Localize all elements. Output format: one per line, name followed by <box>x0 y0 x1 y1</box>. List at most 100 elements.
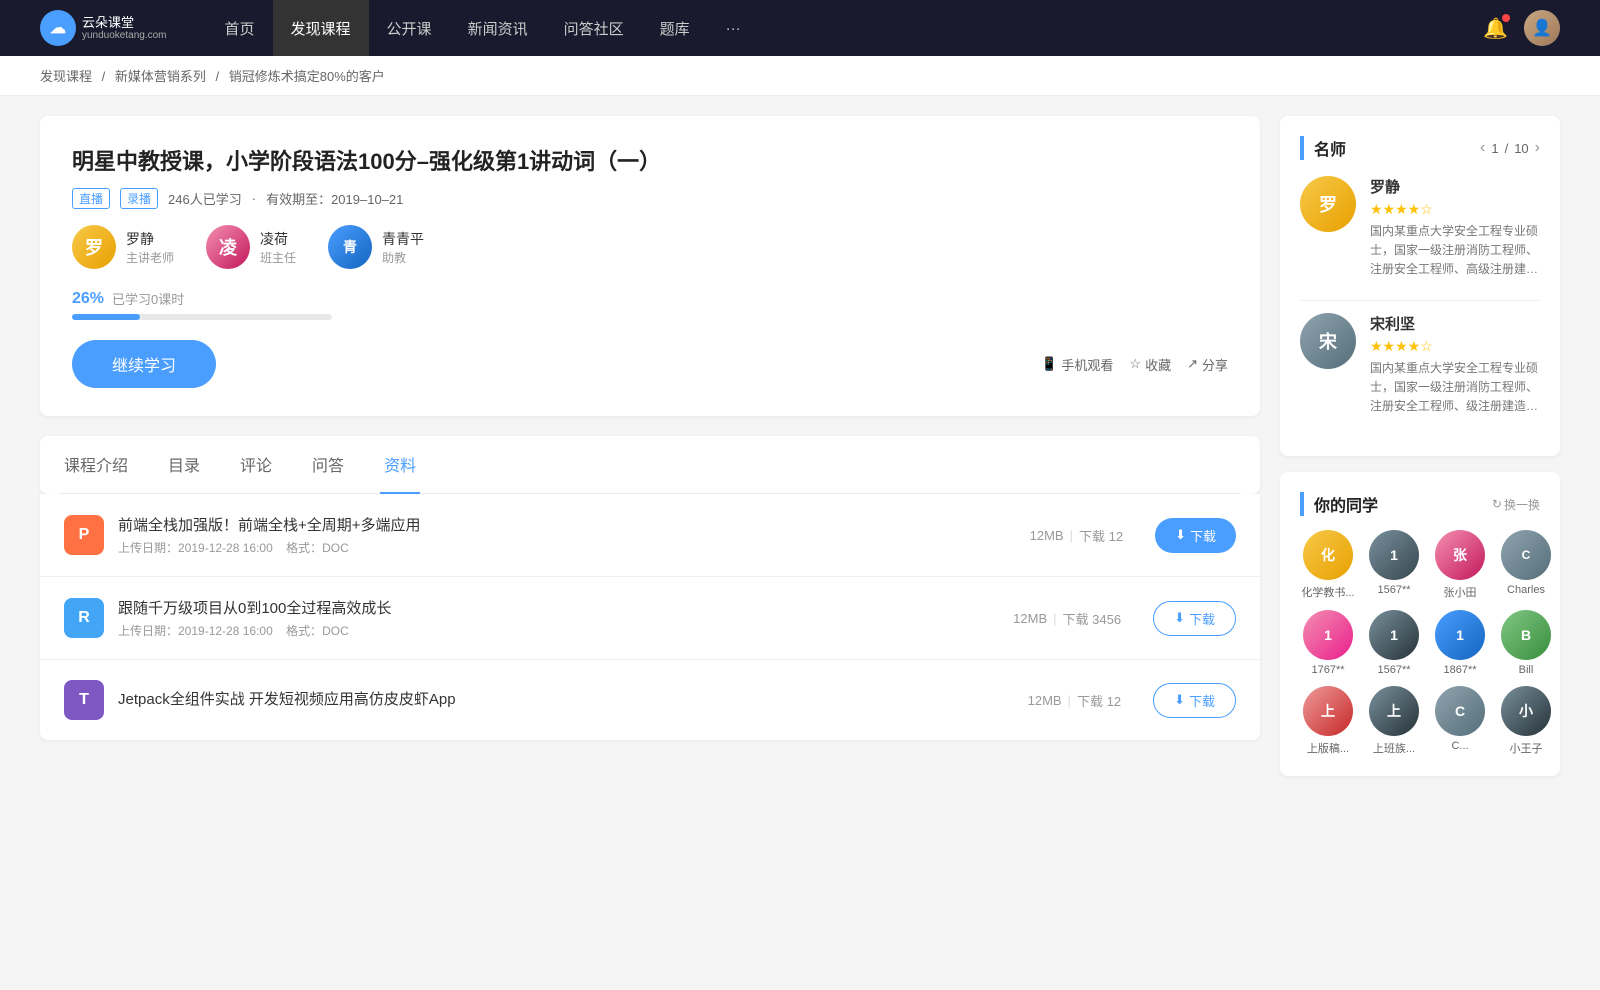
classmate-11-avatar[interactable]: 小 <box>1501 686 1551 736</box>
breadcrumb-link-series[interactable]: 新媒体营销系列 <box>115 69 206 84</box>
files-section: P 前端全栈加强版！前端全栈+全周期+多端应用 上传日期：2019-12-28 … <box>40 494 1260 740</box>
tab-review[interactable]: 评论 <box>236 436 276 494</box>
teacher-2: 青 青青平 助教 <box>328 225 424 269</box>
nav-item-home[interactable]: 首页 <box>207 0 273 56</box>
teacher-card-0-info: 罗静 ★★★★☆ 国内某重点大学安全工程专业硕士，国家一级注册消防工程师、注册安… <box>1370 176 1540 280</box>
classmates-header: 你的同学 ↻ 换一换 <box>1300 492 1540 516</box>
breadcrumb: 发现课程 / 新媒体营销系列 / 销冠修炼术搞定80%的客户 <box>0 56 1600 96</box>
teachers-nav-next[interactable]: › <box>1535 139 1540 157</box>
classmate-9-avatar[interactable]: 上 <box>1369 686 1419 736</box>
file-icon-1: R <box>64 598 104 638</box>
file-icon-2: T <box>64 680 104 720</box>
file-date-1: 上传日期：2019-12-28 16:00 <box>118 624 273 638</box>
teacher-0: 罗 罗静 主讲老师 <box>72 225 174 269</box>
tab-catalog[interactable]: 目录 <box>164 436 204 494</box>
classmate-7: B Bill <box>1498 610 1554 676</box>
nav-item-more[interactable]: ··· <box>708 0 759 56</box>
classmate-10-avatar[interactable]: C <box>1435 686 1485 736</box>
teacher-0-role: 主讲老师 <box>126 249 174 266</box>
breadcrumb-link-discover[interactable]: 发现课程 <box>40 69 92 84</box>
file-icon-0: P <box>64 515 104 555</box>
nav-item-discover[interactable]: 发现课程 <box>273 0 369 56</box>
progress-bar-fill <box>72 314 140 320</box>
tab-resources[interactable]: 资料 <box>380 436 420 494</box>
teachers-panel-header: 名师 ‹ 1 / 10 › <box>1300 136 1540 160</box>
bell-icon[interactable]: 🔔 <box>1483 16 1508 41</box>
file-date-0: 上传日期：2019-12-28 16:00 <box>118 541 273 555</box>
download-button-0[interactable]: ⬇ 下载 <box>1155 518 1236 553</box>
user-avatar[interactable]: 👤 <box>1524 10 1560 46</box>
valid-until: 有效期至：2019–10–21 <box>266 189 403 208</box>
nav-item-qa[interactable]: 问答社区 <box>546 0 642 56</box>
classmate-2-avatar[interactable]: 张 <box>1435 530 1485 580</box>
teacher-card-1: 宋 宋利坚 ★★★★☆ 国内某重点大学安全工程专业硕士，国家一级注册消防工程师、… <box>1300 313 1540 417</box>
teacher-2-name: 青青平 <box>382 229 424 249</box>
nav-item-news[interactable]: 新闻资讯 <box>450 0 546 56</box>
teachers-nav-prev[interactable]: ‹ <box>1480 139 1485 157</box>
classmate-1-avatar[interactable]: 1 <box>1369 530 1419 580</box>
classmates-panel: 你的同学 ↻ 换一换 化 化学教书... 1 1567** <box>1280 472 1560 776</box>
teachers-panel: 名师 ‹ 1 / 10 › 罗 罗静 ★★★★☆ 国内某重点大学安全工程专业硕士… <box>1280 116 1560 456</box>
classmate-0-avatar[interactable]: 化 <box>1303 530 1353 580</box>
classmate-7-name: Bill <box>1498 664 1554 676</box>
teacher-card-1-info: 宋利坚 ★★★★☆ 国内某重点大学安全工程专业硕士，国家一级注册消防工程师、注册… <box>1370 313 1540 417</box>
logo[interactable]: ☁ 云朵课堂 yunduoketang.com <box>40 10 167 46</box>
classmate-11: 小 小王子 <box>1498 686 1554 756</box>
nav-items: 首页 发现课程 公开课 新闻资讯 问答社区 题库 ··· <box>207 0 1484 56</box>
tab-qa[interactable]: 问答 <box>308 436 348 494</box>
action-mobile[interactable]: 📱 手机观看 <box>1041 355 1113 374</box>
classmates-refresh[interactable]: ↻ 换一换 <box>1492 496 1540 513</box>
teacher-divider <box>1300 300 1540 301</box>
teacher-1-role: 班主任 <box>260 249 296 266</box>
classmate-2-name: 张小田 <box>1432 584 1488 600</box>
teacher-card-1-name: 宋利坚 <box>1370 313 1540 334</box>
file-meta-0: 上传日期：2019-12-28 16:00 格式：DOC <box>118 539 998 556</box>
continue-button[interactable]: 继续学习 <box>72 340 216 388</box>
classmate-5-name: 1567** <box>1366 664 1422 676</box>
teacher-1-avatar: 凌 <box>206 225 250 269</box>
breadcrumb-sep-1: / <box>102 69 106 84</box>
file-downloads-1: 下载 3456 <box>1063 609 1122 628</box>
classmate-8: 上 上版稿... <box>1300 686 1356 756</box>
course-meta: 直播 录播 246人已学习 · 有效期至：2019–10–21 <box>72 188 1228 209</box>
classmate-9: 上 上班族... <box>1366 686 1422 756</box>
progress-text: 已学习0课时 <box>112 289 184 308</box>
classmate-4-avatar[interactable]: 1 <box>1303 610 1353 660</box>
teacher-0-name: 罗静 <box>126 229 174 249</box>
share-icon: ↗ <box>1187 356 1198 372</box>
nav-item-open[interactable]: 公开课 <box>369 0 450 56</box>
teacher-card-0-desc: 国内某重点大学安全工程专业硕士，国家一级注册消防工程师、注册安全工程师、高级注册… <box>1370 222 1540 280</box>
classmate-3-avatar[interactable]: C <box>1501 530 1551 580</box>
action-collect[interactable]: ☆ 收藏 <box>1129 355 1171 374</box>
mobile-icon: 📱 <box>1041 356 1057 372</box>
badge-live: 直播 <box>72 188 110 209</box>
classmate-6: 1 1867** <box>1432 610 1488 676</box>
file-downloads-0: 下载 12 <box>1079 526 1123 545</box>
download-button-2[interactable]: ⬇ 下载 <box>1153 683 1236 718</box>
classmate-5-avatar[interactable]: 1 <box>1369 610 1419 660</box>
share-label: 分享 <box>1202 355 1228 374</box>
nav-item-quiz[interactable]: 题库 <box>642 0 708 56</box>
action-links: 📱 手机观看 ☆ 收藏 ↗ 分享 <box>1041 355 1228 374</box>
action-share[interactable]: ↗ 分享 <box>1187 355 1228 374</box>
tab-intro[interactable]: 课程介绍 <box>60 436 132 494</box>
teachers-panel-nav: ‹ 1 / 10 › <box>1480 139 1540 157</box>
classmate-4-name: 1767** <box>1300 664 1356 676</box>
file-name-1: 跟随千万级项目从0到100全过程高效成长 <box>118 597 981 618</box>
classmates-grid: 化 化学教书... 1 1567** 张 张小田 <box>1300 530 1540 756</box>
classmate-6-avatar[interactable]: 1 <box>1435 610 1485 660</box>
download-button-1[interactable]: ⬇ 下载 <box>1153 601 1236 636</box>
file-size-1: 12MB <box>1013 611 1047 626</box>
classmate-9-name: 上班族... <box>1366 740 1422 756</box>
classmate-6-name: 1867** <box>1432 664 1488 676</box>
teachers-nav-current: 1 <box>1491 141 1498 156</box>
file-info-2: Jetpack全组件实战 开发短视频应用高仿皮皮虾App <box>118 688 996 713</box>
classmate-8-avatar[interactable]: 上 <box>1303 686 1353 736</box>
star-icon: ☆ <box>1129 356 1141 372</box>
teacher-card-0-name: 罗静 <box>1370 176 1540 197</box>
classmate-7-avatar[interactable]: B <box>1501 610 1551 660</box>
main-layout: 明星中教授课，小学阶段语法100分–强化级第1讲动词（一） 直播 录播 246人… <box>0 96 1600 812</box>
nav-right: 🔔 👤 <box>1483 10 1560 46</box>
file-info-0: 前端全栈加强版！前端全栈+全周期+多端应用 上传日期：2019-12-28 16… <box>118 514 998 556</box>
file-info-1: 跟随千万级项目从0到100全过程高效成长 上传日期：2019-12-28 16:… <box>118 597 981 639</box>
